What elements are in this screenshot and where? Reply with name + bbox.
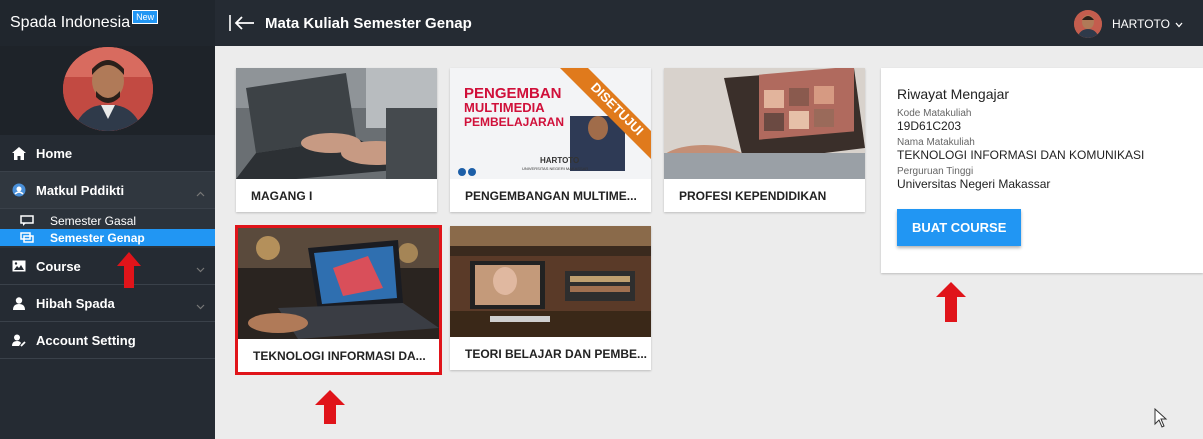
cover-author: HARTOTO: [540, 156, 579, 165]
image-icon: [12, 259, 26, 273]
user-avatar: [1073, 10, 1102, 38]
chevron-down-icon: [1175, 17, 1183, 31]
chevron-down-icon: [196, 298, 205, 313]
user-icon: [12, 296, 26, 310]
sidebar-item-label: Course: [36, 258, 81, 274]
cover-author-sub: UNIVERSITAS NEGERI MAKASSAR: [522, 166, 588, 171]
course-label: PROFESI KEPENDIDIKAN: [679, 188, 827, 203]
course-label: TEKNOLOGI INFORMASI DA...: [253, 348, 426, 363]
pt-label: Perguruan Tinggi: [897, 166, 974, 177]
sidebar-item-home[interactable]: Home: [0, 135, 215, 172]
kode-value: 19D61C203: [897, 119, 962, 133]
panel-title: Riwayat Mengajar: [897, 86, 1010, 102]
annotation-arrow-icon: [315, 390, 345, 424]
user-edit-icon: [12, 333, 26, 347]
brand-name: Spada Indonesia: [10, 14, 131, 31]
course-label: PENGEMBANGAN MULTIME...: [465, 188, 637, 203]
sidebar-item-label: Semester Gasal: [50, 213, 137, 228]
sidebar-item-hibah[interactable]: Hibah Spada: [0, 285, 215, 322]
sidebar-item-label: Semester Genap: [50, 230, 145, 245]
new-badge: New: [132, 10, 159, 24]
riwayat-panel: Riwayat Mengajar Kode Matakuliah 19D61C2…: [881, 68, 1203, 273]
sidebar-item-label: Matkul Pddikti: [36, 182, 125, 198]
course-image: [664, 68, 865, 179]
course-image: PENGEMBAN MULTIMEDIA PEMBELAJARAN HARTOT…: [450, 68, 651, 179]
course-label: TEORI BELAJAR DAN PEMBE...: [465, 346, 648, 361]
cover-title-3: PEMBELAJARAN: [464, 115, 564, 129]
sidebar-item-label: Hibah Spada: [36, 295, 115, 311]
sidebar-item-semester-genap[interactable]: Semester Genap: [0, 229, 215, 246]
comment-icon: [20, 214, 34, 227]
nama-label: Nama Matakuliah: [897, 137, 975, 148]
course-card-teknologi[interactable]: TEKNOLOGI INFORMASI DA...: [235, 225, 442, 375]
sidebar-item-label: Home: [36, 145, 73, 161]
logo-icon: [12, 183, 26, 197]
buat-course-button[interactable]: BUAT COURSE: [897, 209, 1022, 246]
profile-area: [0, 46, 215, 135]
chevron-up-icon: [196, 185, 205, 200]
brand[interactable]: Spada Indonesia New: [0, 0, 215, 46]
submenu-matkul: Semester Gasal Semester Genap: [0, 209, 215, 248]
home-icon: [12, 146, 26, 160]
course-image: [450, 226, 651, 337]
nama-value: TEKNOLOGI INFORMASI DAN KOMUNIKASI: [897, 148, 1145, 162]
comments-icon: [20, 231, 34, 244]
chevron-down-icon: [196, 261, 205, 276]
pt-value: Universitas Negeri Makassar: [897, 177, 1051, 191]
course-image: [236, 68, 437, 179]
course-image: [238, 228, 439, 339]
sidebar-item-semester-gasal[interactable]: Semester Gasal: [0, 212, 215, 229]
course-card-pengembangan[interactable]: PENGEMBAN MULTIMEDIA PEMBELAJARAN HARTOT…: [450, 68, 651, 212]
header: Mata Kuliah Semester Genap HARTOTO: [215, 0, 1203, 46]
annotation-arrow-icon: [936, 282, 966, 322]
mouse-cursor-icon: [1154, 408, 1168, 428]
course-label: MAGANG I: [251, 188, 313, 203]
course-card-teori[interactable]: TEORI BELAJAR DAN PEMBE...: [450, 226, 651, 370]
sidebar-item-label: Account Setting: [36, 332, 136, 348]
sidebar-item-account[interactable]: Account Setting: [0, 322, 215, 359]
cover-title-2: MULTIMEDIA: [464, 100, 545, 115]
annotation-arrow-icon: [117, 252, 141, 288]
back-arrow-icon[interactable]: [229, 14, 257, 32]
sidebar-item-matkul[interactable]: Matkul Pddikti: [0, 172, 215, 209]
user-name: HARTOTO: [1111, 17, 1170, 31]
kode-label: Kode Matakuliah: [897, 108, 972, 119]
avatar: [62, 47, 153, 131]
user-menu[interactable]: HARTOTO: [1073, 10, 1183, 38]
page-title: Mata Kuliah Semester Genap: [265, 14, 472, 32]
course-card-profesi[interactable]: PROFESI KEPENDIDIKAN: [664, 68, 865, 212]
sidebar: Spada Indonesia New Home Matkul Pddikti: [0, 0, 215, 439]
sidebar-item-course[interactable]: Course: [0, 248, 215, 285]
course-card-magang[interactable]: MAGANG I: [236, 68, 437, 212]
